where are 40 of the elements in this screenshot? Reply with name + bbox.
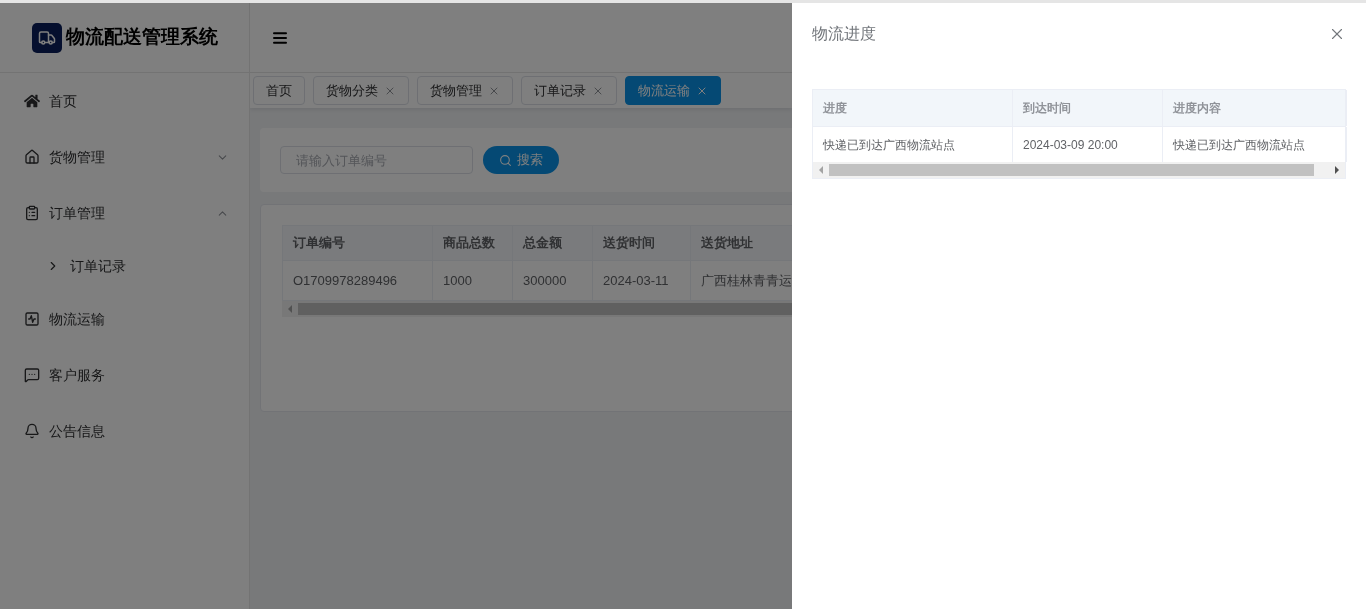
search-button[interactable]: 搜索 xyxy=(483,146,559,174)
panel-icon xyxy=(24,311,40,327)
bell-icon xyxy=(24,423,40,439)
tab[interactable]: 货物管理 xyxy=(417,76,513,105)
scroll-left-icon[interactable] xyxy=(286,305,294,313)
chat-icon xyxy=(24,367,40,383)
sidebar-subitem[interactable]: 订单记录 xyxy=(0,241,249,291)
sidebar-item[interactable]: 货物管理 xyxy=(0,129,249,185)
tab[interactable]: 货物分类 xyxy=(313,76,409,105)
column-header: 订单编号 xyxy=(283,226,433,260)
column-header: 送货时间 xyxy=(593,226,691,260)
column-header: 到达时间 xyxy=(1013,90,1163,126)
column-header: 进度内容 xyxy=(1163,90,1347,126)
drawer-title: 物流进度 xyxy=(812,24,876,44)
table-cell: 2024-03-11 xyxy=(593,261,691,300)
scrollbar-thumb[interactable] xyxy=(829,164,1314,176)
table-cell: O1709978289496 xyxy=(283,261,433,300)
column-header: 进度 xyxy=(813,90,1013,126)
table-cell: 300000 xyxy=(513,261,593,300)
house-icon xyxy=(24,149,40,165)
tab[interactable]: 物流运输 xyxy=(625,76,721,105)
sidebar-item[interactable]: 公告信息 xyxy=(0,403,249,459)
scrollbar-thumb[interactable] xyxy=(298,303,792,315)
table-cell: 1000 xyxy=(433,261,513,300)
tab[interactable]: 订单记录 xyxy=(521,76,617,105)
scroll-left-icon[interactable] xyxy=(817,166,825,174)
sidebar-item[interactable]: 物流运输 xyxy=(0,291,249,347)
app-title: 物流配送管理系统 xyxy=(65,25,218,50)
scroll-right-icon[interactable] xyxy=(1333,166,1341,174)
sidebar-item[interactable]: 客户服务 xyxy=(0,347,249,403)
truck-icon xyxy=(31,22,62,53)
search-icon xyxy=(499,153,512,167)
menu-icon[interactable] xyxy=(272,29,288,46)
sidebar-item[interactable]: 首页 xyxy=(0,73,249,129)
column-header: 总金额 xyxy=(513,226,593,260)
home-icon xyxy=(24,93,40,109)
sidebar-item[interactable]: 订单管理 xyxy=(0,185,249,241)
tab[interactable]: 首页 xyxy=(253,76,305,105)
column-header: 商品总数 xyxy=(433,226,513,260)
clipboard-icon xyxy=(24,205,40,221)
